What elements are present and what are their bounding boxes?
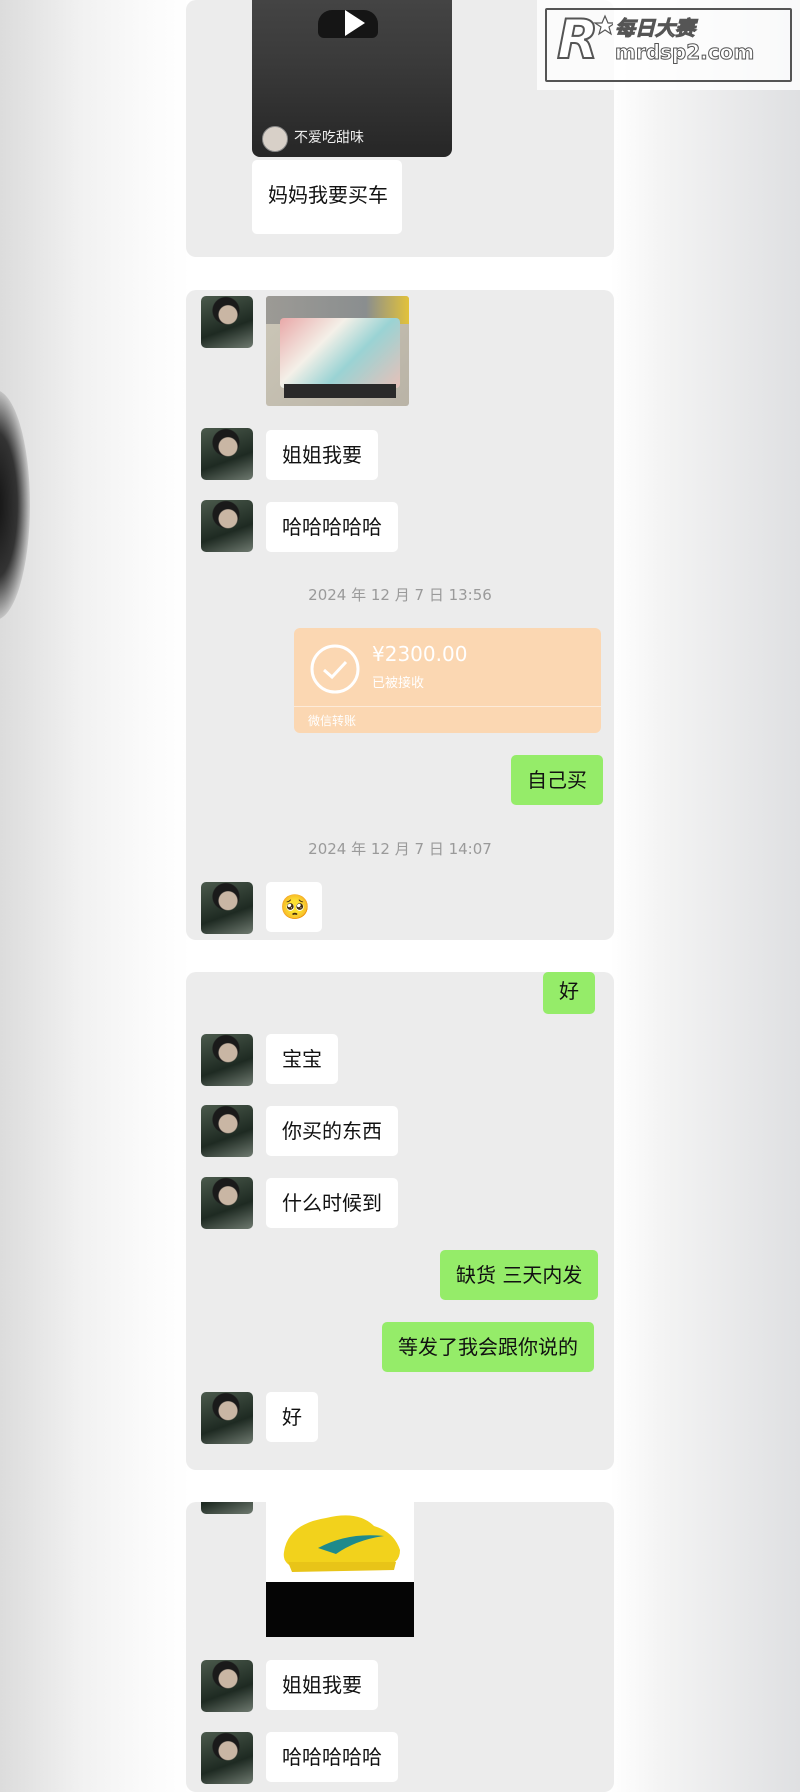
chat-card-2: 姐姐我要 哈哈哈哈哈 2024 年 12 月 7 日 13:56 ¥2300.0… — [186, 290, 614, 940]
sent-bubble[interactable]: 等发了我会跟你说的 — [382, 1322, 594, 1372]
watermark-title: 每日大赛 — [615, 16, 696, 41]
timestamp: 2024 年 12 月 7 日 14:07 — [308, 840, 492, 858]
play-icon[interactable] — [336, 6, 370, 40]
image-black-band — [266, 1582, 414, 1637]
billboard-base — [284, 384, 396, 398]
avatar[interactable] — [201, 1105, 253, 1157]
video-author: 不爱吃甜味 — [294, 130, 364, 146]
sent-bubble[interactable]: 自己买 — [511, 755, 603, 805]
message-bubble[interactable]: 哈哈哈哈哈 — [266, 1732, 398, 1782]
message-bubble[interactable]: 姐姐我要 — [266, 1660, 378, 1710]
brand-logo-icon: R — [556, 7, 613, 68]
avatar[interactable] — [201, 1034, 253, 1086]
avatar[interactable] — [201, 1732, 253, 1784]
message-bubble[interactable]: 你买的东西 — [266, 1106, 398, 1156]
emoji-bubble[interactable]: 🥺 — [266, 882, 322, 932]
shoe-image — [283, 1515, 400, 1572]
chat-card-3: 好 宝宝 你买的东西 什么时候到 缺货 三天内发 等发了我会跟你说的 好 — [186, 972, 614, 1470]
message-bubble[interactable]: 哈哈哈哈哈 — [266, 502, 398, 552]
avatar[interactable] — [201, 296, 253, 348]
transfer-divider — [294, 706, 601, 707]
message-bubble[interactable]: 姐姐我要 — [266, 430, 378, 480]
transfer-message[interactable]: ¥2300.00 已被接收 微信转账 — [294, 628, 601, 733]
avatar[interactable] — [201, 1177, 253, 1229]
avatar[interactable] — [201, 428, 253, 480]
transfer-amount: ¥2300.00 — [372, 642, 468, 666]
image-message[interactable] — [266, 1502, 414, 1637]
image-message[interactable] — [266, 296, 409, 406]
avatar[interactable] — [201, 500, 253, 552]
transfer-footer: 微信转账 — [308, 714, 357, 728]
timestamp: 2024 年 12 月 7 日 13:56 — [308, 586, 492, 604]
watermark: R 每日大赛 mrdsp2.com — [537, 0, 800, 90]
message-bubble[interactable]: 好 — [266, 1392, 318, 1442]
logo-letter: R — [557, 8, 599, 68]
avatar[interactable] — [201, 1502, 253, 1514]
avatar[interactable] — [201, 1392, 253, 1444]
message-bubble[interactable]: 什么时候到 — [266, 1178, 398, 1228]
check-circle-icon — [310, 644, 360, 694]
sent-bubble[interactable]: 缺货 三天内发 — [440, 1250, 599, 1300]
video-message[interactable]: 不爱吃甜味 — [252, 0, 452, 157]
chat-card-4: 姐姐我要 哈哈哈哈哈 — [186, 1502, 614, 1792]
sent-bubble[interactable]: 好 — [543, 972, 595, 1014]
edge-shadow — [0, 390, 30, 620]
watermark-url: mrdsp2.com — [614, 40, 755, 65]
message-bubble[interactable]: 妈妈我要买车 — [252, 160, 402, 234]
billboard-image — [280, 318, 400, 388]
avatar[interactable] — [201, 882, 253, 934]
avatar[interactable] — [201, 1660, 253, 1712]
author-avatar — [262, 126, 288, 152]
message-bubble[interactable]: 宝宝 — [266, 1034, 338, 1084]
transfer-status: 已被接收 — [372, 676, 425, 691]
